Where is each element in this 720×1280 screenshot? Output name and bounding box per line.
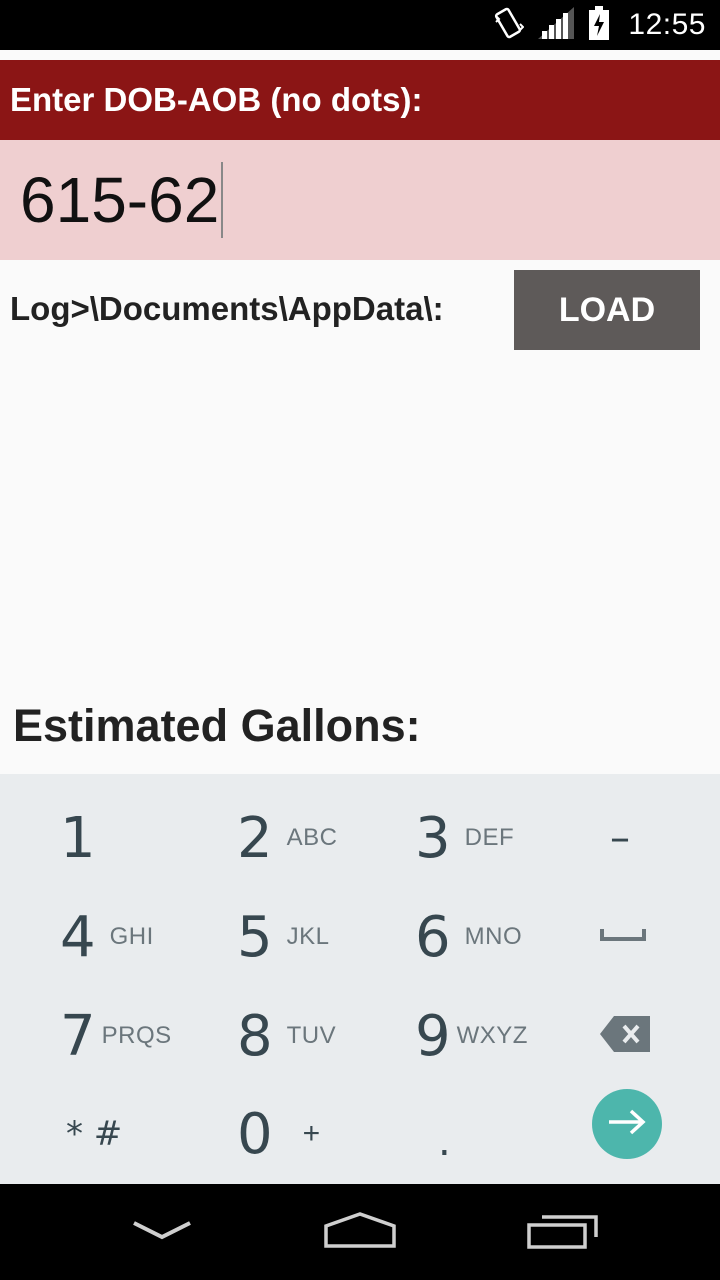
key-digit: 5 [237,904,273,970]
recents-icon [526,1211,598,1254]
key-digit: 1 [60,805,96,871]
key-letters: WXYZ [456,1022,528,1049]
key-digit: 9 [415,1003,451,1069]
battery-charging-icon [588,5,610,45]
key-star-hash[interactable]: * # [66,1084,246,1184]
load-button[interactable]: LOAD [514,270,700,350]
key-0[interactable]: 0 + [237,1084,417,1184]
key-dot[interactable]: . [438,1092,478,1192]
key-digit: – [610,815,630,861]
key-digit: 2 [237,805,273,871]
space-icon [600,927,646,948]
key-letters: TUV [286,1022,337,1049]
recents-button[interactable] [520,1184,604,1280]
back-button[interactable] [120,1184,204,1280]
key-delete[interactable] [600,986,660,1086]
estimated-gallons-label: Estimated Gallons: [13,700,421,751]
log-path-label: Log>\Documents\AppData\: [10,290,444,327]
key-letters: MNO [464,923,523,950]
key-7[interactable]: 7 PRQS [60,986,240,1086]
text-cursor [221,162,224,238]
key-letters: GHI [109,923,154,950]
key-letters: + [302,1117,321,1150]
key-digit: * # [66,1114,123,1154]
backspace-icon [600,1015,650,1057]
key-digit: 4 [60,904,96,970]
app-top-gap [0,50,720,60]
vibrate-icon [494,6,525,45]
home-button[interactable] [318,1184,402,1280]
key-digit: 7 [60,1003,96,1069]
key-digit: 8 [237,1003,273,1069]
numeric-keyboard: 1 2 ABC 3 DEF – 4 GHI 5 JKL 6 MNO 7 PRQS… [0,774,720,1184]
key-letters: DEF [464,824,515,851]
navigation-bar [0,1184,720,1280]
key-4[interactable]: 4 GHI [60,887,240,987]
key-2[interactable]: 2 ABC [237,788,417,888]
signal-icon [538,6,575,44]
key-digit: 3 [415,805,451,871]
key-digit: 0 [237,1101,273,1167]
key-digit: . [438,1119,451,1165]
key-9[interactable]: 9 WXYZ [415,986,595,1086]
status-bar: 12:55 [0,0,720,50]
back-icon [132,1219,192,1246]
key-3[interactable]: 3 DEF [415,788,595,888]
key-6[interactable]: 6 MNO [415,887,595,987]
key-letters: JKL [286,923,330,950]
prompt-header: Enter DOB-AOB (no dots): [0,60,720,140]
key-digit: 6 [415,904,451,970]
prompt-label: Enter DOB-AOB (no dots): [10,81,423,118]
dob-aob-input[interactable]: 615-62 [0,140,720,260]
input-value[interactable]: 615-62 [20,163,219,237]
status-clock: 12:55 [628,8,706,41]
arrow-right-icon [607,1108,647,1141]
key-8[interactable]: 8 TUV [237,986,417,1086]
key-space[interactable] [600,887,660,987]
home-icon [322,1210,398,1255]
status-icons: 12:55 [494,0,706,50]
key-minus[interactable]: – [610,788,670,888]
key-1[interactable]: 1 [60,788,240,888]
enter-button[interactable] [592,1089,662,1159]
key-5[interactable]: 5 JKL [237,887,417,987]
key-letters: ABC [286,824,338,851]
key-letters: PRQS [101,1022,172,1049]
